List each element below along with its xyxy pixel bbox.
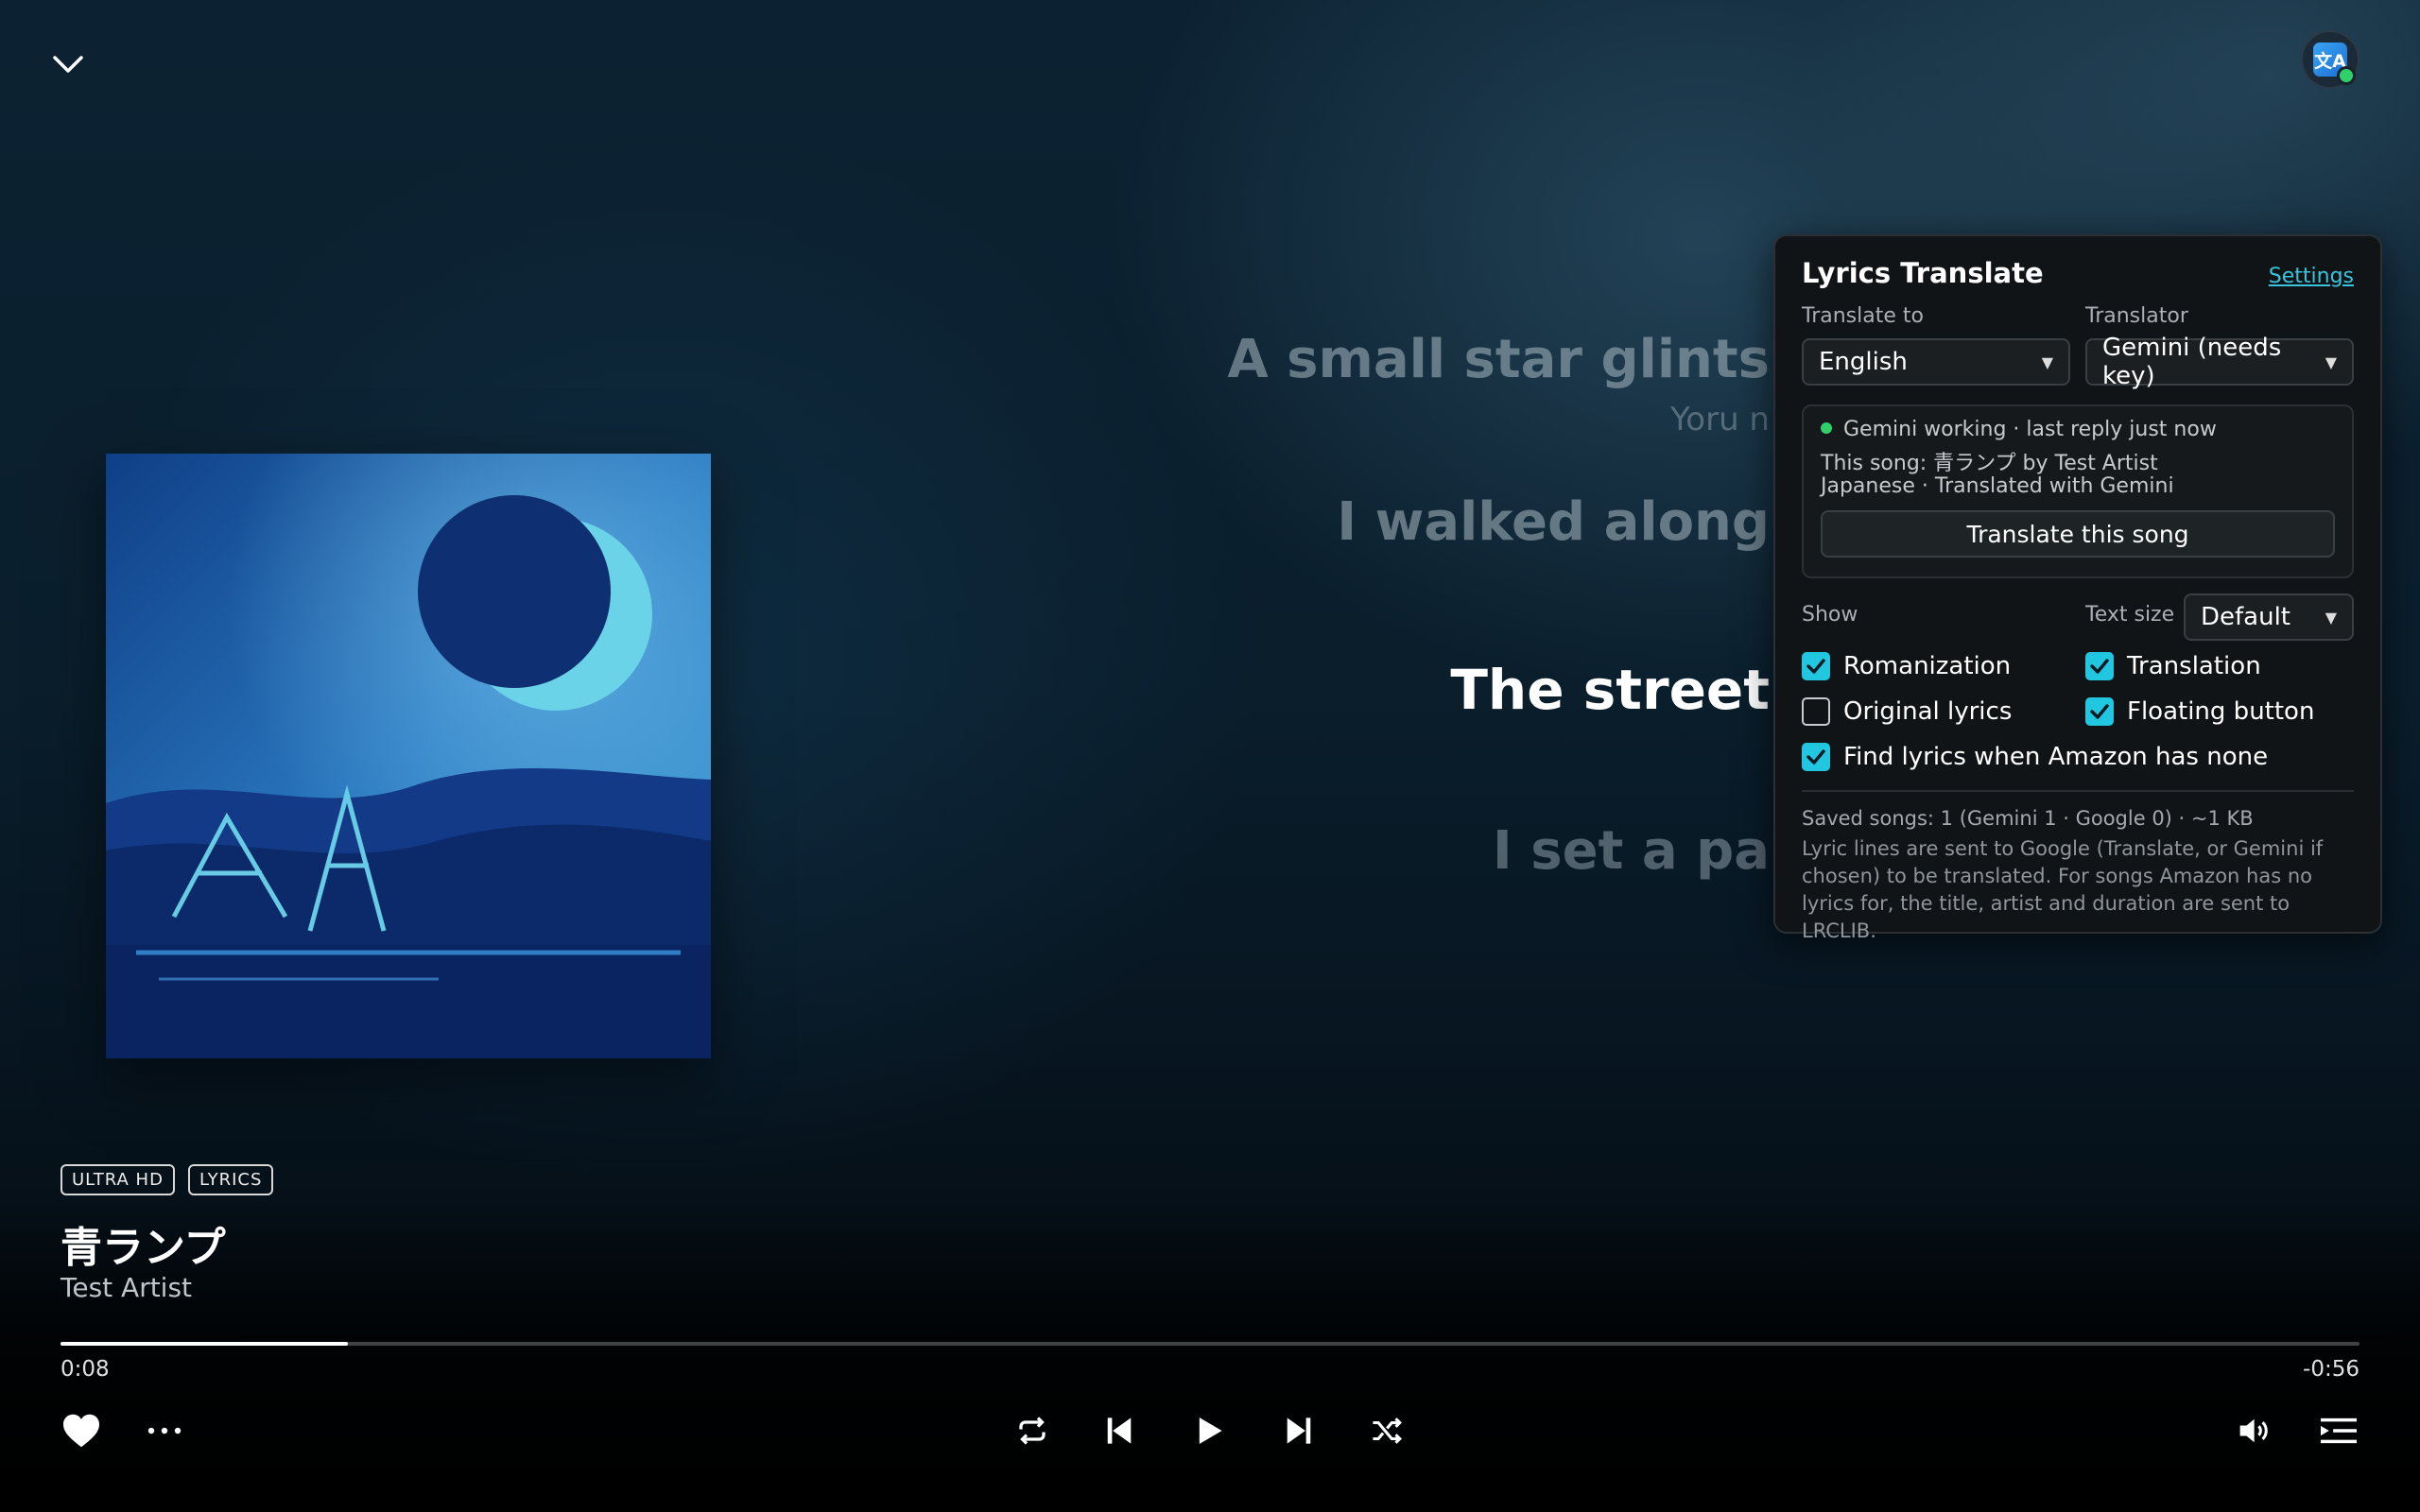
- translate-to-label: Translate to: [1802, 304, 1924, 328]
- more-options-button[interactable]: [138, 1404, 191, 1457]
- check-icon: [2090, 659, 2109, 674]
- status-box: Gemini working · last reply just now Thi…: [1802, 404, 2354, 578]
- play-button[interactable]: [1184, 1404, 1236, 1457]
- quality-badges: ULTRA HD LYRICS: [60, 1164, 274, 1195]
- dropdown-caret-icon: ▼: [2041, 352, 2053, 371]
- translator-value: Gemini (needs key): [2102, 334, 2282, 390]
- lyric-romanization: Yoru n: [1670, 401, 1770, 438]
- lyrics-translate-panel: Lyrics Translate Settings Translate to E…: [1773, 234, 2382, 942]
- lyric-line[interactable]: I walked along: [1337, 491, 1770, 553]
- lyric-line[interactable]: I set a pa: [1493, 820, 1770, 882]
- check-icon: [1806, 659, 1825, 674]
- repeat-button[interactable]: [1006, 1404, 1059, 1457]
- check-icon: [2090, 704, 2109, 719]
- skip-next-icon: [1287, 1418, 1311, 1444]
- panel-title: Lyrics Translate: [1802, 257, 2044, 289]
- checkbox-label: Translation: [2127, 652, 2261, 680]
- repeat-icon: [1019, 1417, 1046, 1445]
- settings-link[interactable]: Settings: [2269, 265, 2354, 288]
- chevron-down-icon: [53, 56, 83, 73]
- lyric-line[interactable]: A small star glints: [1227, 329, 1770, 390]
- checkbox-label: Floating button: [2127, 697, 2315, 726]
- like-button[interactable]: [55, 1404, 108, 1457]
- translate-to-select[interactable]: English ▼: [1802, 338, 2070, 386]
- checkbox-box: [2085, 697, 2114, 726]
- show-label: Show: [1802, 603, 1858, 627]
- song-info-line: This song: 青ランプ by Test Artist: [1821, 452, 2158, 475]
- panel-divider: [1802, 790, 2354, 792]
- previous-track-button[interactable]: [1093, 1404, 1146, 1457]
- remaining-time: -0:56: [2303, 1357, 2360, 1382]
- lyric-line-active[interactable]: The street: [1450, 658, 1770, 722]
- privacy-note: Lyric lines are sent to Google (Translat…: [1802, 837, 2324, 942]
- original-lyrics-checkbox[interactable]: Original lyrics: [1802, 697, 2012, 726]
- volume-button[interactable]: [2229, 1404, 2282, 1457]
- romanization-checkbox[interactable]: Romanization: [1802, 652, 2011, 680]
- volume-icon: [2239, 1418, 2268, 1443]
- check-icon: [1806, 749, 1825, 765]
- floating-button-checkbox[interactable]: Floating button: [2085, 697, 2314, 726]
- status-indicator-dot: [2337, 66, 2356, 85]
- status-dot-icon: [1821, 422, 1832, 434]
- checkbox-label: Romanization: [1843, 652, 2012, 680]
- ultra-hd-badge: ULTRA HD: [60, 1164, 175, 1195]
- text-size-value: Default: [2201, 603, 2290, 631]
- language-info-line: Japanese · Translated with Gemini: [1821, 474, 2174, 498]
- checkbox-label: Find lyrics when Amazon has none: [1843, 743, 2269, 771]
- text-size-select[interactable]: Default ▼: [2184, 593, 2354, 641]
- shuffle-icon: [1373, 1418, 1402, 1444]
- translator-select[interactable]: Gemini (needs key) ▼: [2085, 334, 2354, 390]
- checkbox-box: [2085, 652, 2114, 680]
- checkbox-box: [1802, 743, 1830, 771]
- queue-icon: [2321, 1418, 2357, 1444]
- dropdown-caret-icon: ▼: [2325, 608, 2337, 627]
- skip-previous-icon: [1107, 1418, 1132, 1444]
- lyrics-translate-extension-button[interactable]: 文A: [2301, 30, 2360, 89]
- next-track-button[interactable]: [1272, 1404, 1325, 1457]
- elapsed-time: 0:08: [60, 1357, 110, 1382]
- lyrics-badge: LYRICS: [187, 1164, 274, 1195]
- progress-bar[interactable]: [60, 1342, 2360, 1346]
- translation-checkbox[interactable]: Translation: [2085, 652, 2261, 680]
- player-bar-shade: [0, 1200, 2420, 1512]
- track-artist[interactable]: Test Artist: [60, 1272, 192, 1303]
- collapse-player-button[interactable]: [45, 42, 91, 87]
- dropdown-caret-icon: ▼: [2325, 352, 2337, 371]
- shuffle-button[interactable]: [1361, 1404, 1414, 1457]
- text-size-label: Text size: [2085, 603, 2175, 627]
- play-icon: [1199, 1418, 1222, 1444]
- checkbox-label: Original lyrics: [1843, 697, 2013, 726]
- queue-button[interactable]: [2312, 1404, 2365, 1457]
- progress-fill: [60, 1342, 348, 1346]
- track-title[interactable]: 青ランプ: [60, 1213, 226, 1274]
- heart-icon: [63, 1414, 99, 1448]
- saved-songs-info: Saved songs: 1 (Gemini 1 · Google 0) · ~…: [1802, 807, 2254, 830]
- checkbox-box: [1802, 697, 1830, 726]
- status-line: Gemini working · last reply just now: [1821, 418, 2217, 441]
- translate-to-value: English: [1819, 348, 1908, 376]
- more-dots-icon: [147, 1427, 182, 1435]
- find-lyrics-checkbox[interactable]: Find lyrics when Amazon has none: [1802, 743, 2268, 771]
- translator-label: Translator: [2085, 304, 2188, 328]
- album-art: [106, 454, 711, 1058]
- translate-song-button[interactable]: Translate this song: [1821, 510, 2335, 558]
- checkbox-box: [1802, 652, 1830, 680]
